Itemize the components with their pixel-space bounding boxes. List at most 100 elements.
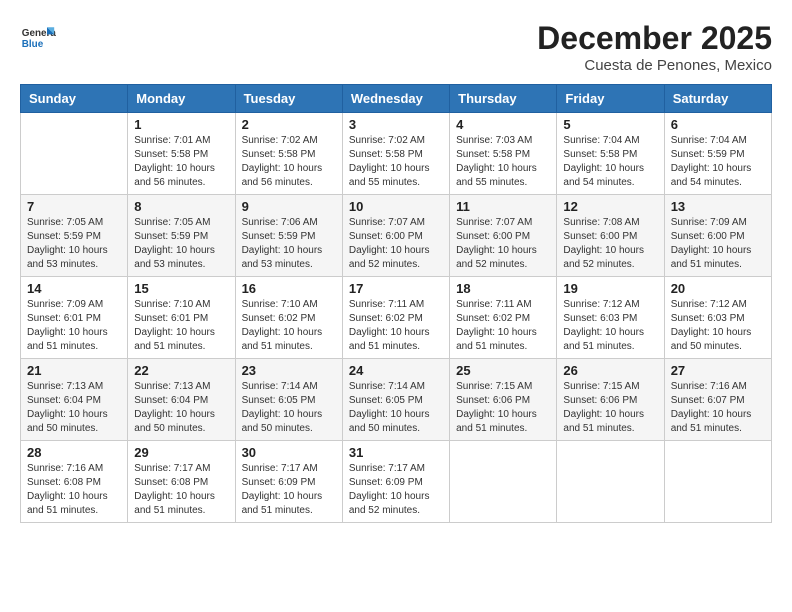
- day-info: Sunrise: 7:04 AM Sunset: 5:59 PM Dayligh…: [671, 134, 765, 190]
- weekday-header-sunday: Sunday: [21, 85, 128, 113]
- weekday-header-saturday: Saturday: [664, 85, 771, 113]
- calendar-cell: 24 Sunrise: 7:14 AM Sunset: 6:05 PM Dayli…: [342, 359, 449, 441]
- day-info: Sunrise: 7:14 AM Sunset: 6:05 PM Dayligh…: [242, 380, 336, 436]
- weekday-header-row: SundayMondayTuesdayWednesdayThursdayFrid…: [21, 85, 772, 113]
- title-block: December 2025 Cuesta de Penones, Mexico: [537, 20, 772, 74]
- day-number: 16: [242, 281, 336, 296]
- calendar-cell: 28 Sunrise: 7:16 AM Sunset: 6:08 PM Dayli…: [21, 441, 128, 523]
- day-info: Sunrise: 7:07 AM Sunset: 6:00 PM Dayligh…: [349, 216, 443, 272]
- calendar-cell: 17 Sunrise: 7:11 AM Sunset: 6:02 PM Dayli…: [342, 277, 449, 359]
- day-info: Sunrise: 7:17 AM Sunset: 6:09 PM Dayligh…: [349, 462, 443, 518]
- calendar-cell: 25 Sunrise: 7:15 AM Sunset: 6:06 PM Dayli…: [450, 359, 557, 441]
- calendar-cell: 1 Sunrise: 7:01 AM Sunset: 5:58 PM Daylig…: [128, 113, 235, 195]
- day-info: Sunrise: 7:17 AM Sunset: 6:08 PM Dayligh…: [134, 462, 228, 518]
- calendar-cell: 31 Sunrise: 7:17 AM Sunset: 6:09 PM Dayli…: [342, 441, 449, 523]
- calendar-cell: 27 Sunrise: 7:16 AM Sunset: 6:07 PM Dayli…: [664, 359, 771, 441]
- day-info: Sunrise: 7:12 AM Sunset: 6:03 PM Dayligh…: [671, 298, 765, 354]
- calendar-cell: 14Sunrise: 7:09 AM Sunset: 6:01 PM Dayli…: [21, 277, 128, 359]
- day-info: Sunrise: 7:16 AM Sunset: 6:08 PM Dayligh…: [27, 462, 121, 518]
- weekday-header-thursday: Thursday: [450, 85, 557, 113]
- day-number: 13: [671, 199, 765, 214]
- day-number: 7: [27, 199, 121, 214]
- calendar-cell: [664, 441, 771, 523]
- day-number: 24: [349, 363, 443, 378]
- calendar-cell: 8Sunrise: 7:05 AM Sunset: 5:59 PM Daylig…: [128, 195, 235, 277]
- location: Cuesta de Penones, Mexico: [537, 57, 772, 74]
- week-row-4: 21 Sunrise: 7:13 AM Sunset: 6:04 PM Dayli…: [21, 359, 772, 441]
- day-info: Sunrise: 7:13 AM Sunset: 6:04 PM Dayligh…: [134, 380, 228, 436]
- calendar-cell: 16 Sunrise: 7:10 AM Sunset: 6:02 PM Dayli…: [235, 277, 342, 359]
- day-number: 21: [27, 363, 121, 378]
- day-info: Sunrise: 7:07 AM Sunset: 6:00 PM Dayligh…: [456, 216, 550, 272]
- page-header: General Blue December 2025 Cuesta de Pen…: [20, 20, 772, 74]
- day-info: Sunrise: 7:12 AM Sunset: 6:03 PM Dayligh…: [563, 298, 657, 354]
- week-row-1: 1 Sunrise: 7:01 AM Sunset: 5:58 PM Daylig…: [21, 113, 772, 195]
- day-info: Sunrise: 7:05 AM Sunset: 5:59 PM Dayligh…: [27, 216, 121, 272]
- day-number: 17: [349, 281, 443, 296]
- calendar-cell: 4 Sunrise: 7:03 AM Sunset: 5:58 PM Daylig…: [450, 113, 557, 195]
- calendar-cell: 5 Sunrise: 7:04 AM Sunset: 5:58 PM Daylig…: [557, 113, 664, 195]
- day-number: 2: [242, 117, 336, 132]
- calendar-cell: 29 Sunrise: 7:17 AM Sunset: 6:08 PM Dayli…: [128, 441, 235, 523]
- logo-icon: General Blue: [20, 20, 56, 56]
- calendar-cell: [450, 441, 557, 523]
- day-number: 29: [134, 445, 228, 460]
- week-row-5: 28 Sunrise: 7:16 AM Sunset: 6:08 PM Dayli…: [21, 441, 772, 523]
- day-number: 3: [349, 117, 443, 132]
- day-info: Sunrise: 7:14 AM Sunset: 6:05 PM Dayligh…: [349, 380, 443, 436]
- day-info: Sunrise: 7:09 AM Sunset: 6:00 PM Dayligh…: [671, 216, 765, 272]
- day-number: 5: [563, 117, 657, 132]
- calendar-cell: 15Sunrise: 7:10 AM Sunset: 6:01 PM Dayli…: [128, 277, 235, 359]
- day-number: 6: [671, 117, 765, 132]
- day-number: 10: [349, 199, 443, 214]
- day-number: 30: [242, 445, 336, 460]
- day-number: 25: [456, 363, 550, 378]
- weekday-header-wednesday: Wednesday: [342, 85, 449, 113]
- day-number: 8: [134, 199, 228, 214]
- logo: General Blue: [20, 20, 56, 56]
- calendar-cell: 11 Sunrise: 7:07 AM Sunset: 6:00 PM Dayli…: [450, 195, 557, 277]
- day-info: Sunrise: 7:04 AM Sunset: 5:58 PM Dayligh…: [563, 134, 657, 190]
- day-number: 31: [349, 445, 443, 460]
- day-number: 28: [27, 445, 121, 460]
- weekday-header-friday: Friday: [557, 85, 664, 113]
- month-title: December 2025: [537, 20, 772, 57]
- weekday-header-tuesday: Tuesday: [235, 85, 342, 113]
- day-info: Sunrise: 7:08 AM Sunset: 6:00 PM Dayligh…: [563, 216, 657, 272]
- week-row-3: 14Sunrise: 7:09 AM Sunset: 6:01 PM Dayli…: [21, 277, 772, 359]
- day-info: Sunrise: 7:16 AM Sunset: 6:07 PM Dayligh…: [671, 380, 765, 436]
- week-row-2: 7 Sunrise: 7:05 AM Sunset: 5:59 PM Daylig…: [21, 195, 772, 277]
- day-info: Sunrise: 7:02 AM Sunset: 5:58 PM Dayligh…: [242, 134, 336, 190]
- day-number: 4: [456, 117, 550, 132]
- calendar-cell: 18Sunrise: 7:11 AM Sunset: 6:02 PM Dayli…: [450, 277, 557, 359]
- day-number: 9: [242, 199, 336, 214]
- calendar-cell: 13 Sunrise: 7:09 AM Sunset: 6:00 PM Dayli…: [664, 195, 771, 277]
- day-number: 27: [671, 363, 765, 378]
- calendar-cell: 21Sunrise: 7:13 AM Sunset: 6:04 PM Dayli…: [21, 359, 128, 441]
- day-number: 20: [671, 281, 765, 296]
- calendar-cell: 2 Sunrise: 7:02 AM Sunset: 5:58 PM Daylig…: [235, 113, 342, 195]
- day-info: Sunrise: 7:17 AM Sunset: 6:09 PM Dayligh…: [242, 462, 336, 518]
- day-number: 1: [134, 117, 228, 132]
- day-info: Sunrise: 7:06 AM Sunset: 5:59 PM Dayligh…: [242, 216, 336, 272]
- calendar-cell: 10 Sunrise: 7:07 AM Sunset: 6:00 PM Dayli…: [342, 195, 449, 277]
- day-info: Sunrise: 7:10 AM Sunset: 6:02 PM Dayligh…: [242, 298, 336, 354]
- calendar-cell: 30 Sunrise: 7:17 AM Sunset: 6:09 PM Dayli…: [235, 441, 342, 523]
- day-info: Sunrise: 7:01 AM Sunset: 5:58 PM Dayligh…: [134, 134, 228, 190]
- day-number: 22: [134, 363, 228, 378]
- calendar-cell: [21, 113, 128, 195]
- calendar-cell: 6 Sunrise: 7:04 AM Sunset: 5:59 PM Daylig…: [664, 113, 771, 195]
- calendar-cell: 20 Sunrise: 7:12 AM Sunset: 6:03 PM Dayli…: [664, 277, 771, 359]
- day-info: Sunrise: 7:03 AM Sunset: 5:58 PM Dayligh…: [456, 134, 550, 190]
- calendar-table: SundayMondayTuesdayWednesdayThursdayFrid…: [20, 84, 772, 523]
- day-info: Sunrise: 7:11 AM Sunset: 6:02 PM Dayligh…: [349, 298, 443, 354]
- day-info: Sunrise: 7:15 AM Sunset: 6:06 PM Dayligh…: [456, 380, 550, 436]
- calendar-cell: 23Sunrise: 7:14 AM Sunset: 6:05 PM Dayli…: [235, 359, 342, 441]
- day-info: Sunrise: 7:09 AM Sunset: 6:01 PM Dayligh…: [27, 298, 121, 354]
- weekday-header-monday: Monday: [128, 85, 235, 113]
- day-number: 11: [456, 199, 550, 214]
- day-number: 26: [563, 363, 657, 378]
- calendar-cell: 12Sunrise: 7:08 AM Sunset: 6:00 PM Dayli…: [557, 195, 664, 277]
- calendar-cell: 7 Sunrise: 7:05 AM Sunset: 5:59 PM Daylig…: [21, 195, 128, 277]
- day-info: Sunrise: 7:02 AM Sunset: 5:58 PM Dayligh…: [349, 134, 443, 190]
